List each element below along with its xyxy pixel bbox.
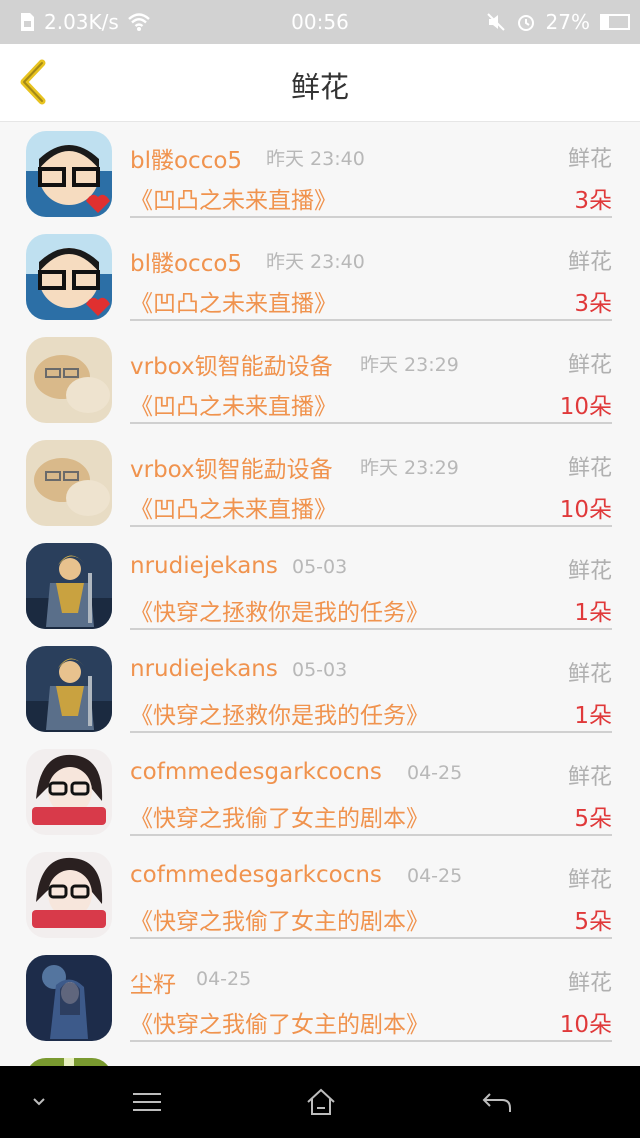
timestamp: 昨天 23:40 bbox=[266, 251, 365, 273]
username[interactable]: cofmmedesgarkcocns bbox=[130, 862, 382, 888]
menu-button[interactable] bbox=[130, 1086, 164, 1118]
divider bbox=[130, 422, 612, 424]
status-bar: 2.03K/s 00:56 27% bbox=[0, 0, 640, 44]
book-title[interactable]: 《凹凸之未来直播》 bbox=[130, 181, 337, 215]
list-item[interactable]: nrudiejekans 05-03 鲜花 《快穿之拯救你是我的任务》 1朵 bbox=[0, 638, 640, 741]
list-item[interactable]: 鲜花 bbox=[0, 1050, 640, 1066]
gift-type: 鲜花 bbox=[567, 147, 612, 172]
gift-type: 鲜花 bbox=[567, 868, 612, 893]
book-title[interactable]: 《快穿之我偷了女主的剧本》 bbox=[130, 1005, 429, 1039]
list-item[interactable]: 尘籽 04-25 鲜花 《快穿之我偷了女主的剧本》 10朵 bbox=[0, 947, 640, 1050]
battery-percent: 27% bbox=[545, 10, 590, 34]
flower-count: 3朵 bbox=[574, 291, 612, 317]
chevron-down-icon bbox=[33, 1098, 45, 1106]
menu-icon bbox=[133, 1093, 161, 1111]
girl-glasses-avatar[interactable] bbox=[26, 749, 112, 835]
divider bbox=[130, 319, 612, 321]
timestamp: 04-25 bbox=[407, 762, 463, 784]
dark-anime-avatar[interactable] bbox=[26, 955, 112, 1041]
flower-count: 10朵 bbox=[559, 394, 612, 420]
username[interactable]: vrbox钡智能勐设备 bbox=[130, 347, 333, 381]
username[interactable]: nrudiejekans bbox=[130, 553, 278, 579]
flower-count: 5朵 bbox=[574, 806, 612, 832]
home-button[interactable] bbox=[304, 1086, 338, 1118]
book-title[interactable]: 《凹凸之未来直播》 bbox=[130, 490, 337, 524]
divider bbox=[130, 834, 612, 836]
flower-count: 10朵 bbox=[559, 497, 612, 523]
cartoon-glasses-avatar[interactable] bbox=[26, 131, 112, 217]
divider bbox=[130, 628, 612, 630]
timestamp: 05-03 bbox=[292, 659, 348, 681]
timestamp: 05-03 bbox=[292, 556, 348, 578]
navigation-bar: 鲜花 bbox=[0, 44, 640, 122]
book-title[interactable]: 《快穿之我偷了女主的剧本》 bbox=[130, 902, 429, 936]
gift-type: 鲜花 bbox=[567, 250, 612, 275]
username[interactable]: 尘籽 bbox=[130, 965, 176, 999]
book-title[interactable]: 《凹凸之未来直播》 bbox=[130, 387, 337, 421]
username[interactable]: bl髅occo5 bbox=[130, 244, 242, 278]
battery-icon bbox=[600, 14, 630, 30]
list-item[interactable]: vrbox钡智能勐设备 昨天 23:29 鲜花 《凹凸之未来直播》 10朵 bbox=[0, 432, 640, 535]
divider bbox=[130, 216, 612, 218]
status-right: 27% bbox=[486, 10, 630, 34]
gift-type: 鲜花 bbox=[567, 971, 612, 996]
divider bbox=[130, 731, 612, 733]
warrior-avatar[interactable] bbox=[26, 543, 112, 629]
book-title[interactable]: 《快穿之拯救你是我的任务》 bbox=[130, 696, 429, 730]
book-title[interactable]: 《快穿之我偷了女主的剧本》 bbox=[130, 799, 429, 833]
timestamp: 昨天 23:40 bbox=[266, 148, 365, 170]
gift-type: 鲜花 bbox=[567, 662, 612, 687]
timestamp: 04-25 bbox=[196, 968, 252, 990]
flower-record-list[interactable]: bl髅occo5 昨天 23:40 鲜花 《凹凸之未来直播》 3朵 bl髅occ… bbox=[0, 123, 640, 1066]
gift-type: 鲜花 bbox=[567, 456, 612, 481]
page-title: 鲜花 bbox=[290, 70, 349, 104]
gift-type: 鲜花 bbox=[567, 559, 612, 584]
divider bbox=[130, 1040, 612, 1042]
divider bbox=[130, 937, 612, 939]
blurred-dog-avatar[interactable] bbox=[26, 337, 112, 423]
username[interactable]: nrudiejekans bbox=[130, 656, 278, 682]
list-item[interactable]: vrbox钡智能勐设备 昨天 23:29 鲜花 《凹凸之未来直播》 10朵 bbox=[0, 329, 640, 432]
gift-type: 鲜花 bbox=[567, 765, 612, 790]
girl-glasses-avatar[interactable] bbox=[26, 852, 112, 938]
cartoon-glasses-avatar[interactable] bbox=[26, 234, 112, 320]
green-avatar[interactable] bbox=[26, 1058, 112, 1066]
list-item[interactable]: cofmmedesgarkcocns 04-25 鲜花 《快穿之我偷了女主的剧本… bbox=[0, 844, 640, 947]
book-title[interactable]: 《凹凸之未来直播》 bbox=[130, 284, 337, 318]
mute-icon bbox=[486, 13, 505, 31]
gift-type: 鲜花 bbox=[567, 353, 612, 378]
blurred-dog-avatar[interactable] bbox=[26, 440, 112, 526]
alarm-icon bbox=[517, 15, 534, 31]
book-title[interactable]: 《快穿之拯救你是我的任务》 bbox=[130, 593, 429, 627]
back-arrow-icon bbox=[482, 1093, 511, 1112]
username[interactable]: bl髅occo5 bbox=[130, 141, 242, 175]
divider bbox=[130, 525, 612, 527]
list-item[interactable]: nrudiejekans 05-03 鲜花 《快穿之拯救你是我的任务》 1朵 bbox=[0, 535, 640, 638]
timestamp: 昨天 23:29 bbox=[360, 457, 459, 479]
timestamp: 04-25 bbox=[407, 865, 463, 887]
list-item[interactable]: bl髅occo5 昨天 23:40 鲜花 《凹凸之未来直播》 3朵 bbox=[0, 226, 640, 329]
list-item[interactable]: bl髅occo5 昨天 23:40 鲜花 《凹凸之未来直播》 3朵 bbox=[0, 123, 640, 226]
system-navigation-bar bbox=[0, 1066, 640, 1138]
flower-count: 10朵 bbox=[559, 1012, 612, 1038]
home-icon bbox=[307, 1088, 335, 1115]
system-back-button[interactable] bbox=[480, 1086, 514, 1118]
list-item[interactable]: cofmmedesgarkcocns 04-25 鲜花 《快穿之我偷了女主的剧本… bbox=[0, 741, 640, 844]
chevron-down-button[interactable] bbox=[28, 1086, 50, 1118]
username[interactable]: vrbox钡智能勐设备 bbox=[130, 450, 333, 484]
timestamp: 昨天 23:29 bbox=[360, 354, 459, 376]
flower-count: 3朵 bbox=[574, 188, 612, 214]
warrior-avatar[interactable] bbox=[26, 646, 112, 732]
flower-count: 5朵 bbox=[574, 909, 612, 935]
flower-count: 1朵 bbox=[574, 600, 612, 626]
username[interactable]: cofmmedesgarkcocns bbox=[130, 759, 382, 785]
flower-count: 1朵 bbox=[574, 703, 612, 729]
